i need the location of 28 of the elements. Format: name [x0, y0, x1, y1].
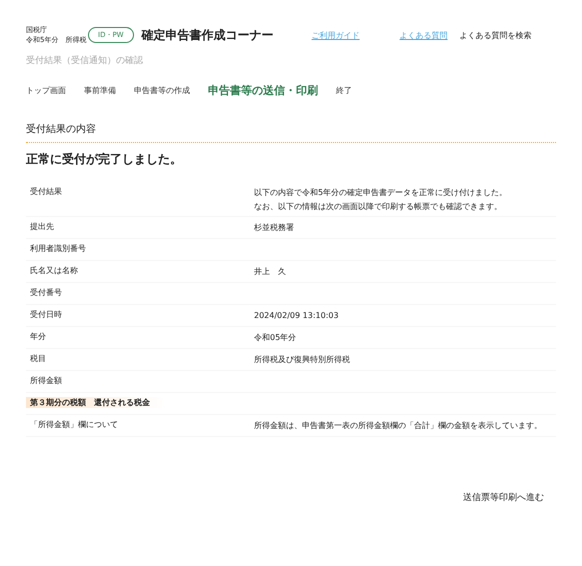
step-item: 事前準備: [84, 84, 116, 96]
row-label: 年分: [29, 331, 46, 342]
row-value: 所得金額は、申告書第一表の所得金額欄の「合計」欄の金額を表示しています。: [254, 420, 543, 432]
row-value: 杉並税務署: [254, 222, 295, 234]
page-title: 受付結果（受信通知）の確認: [26, 54, 144, 68]
row-value: 所得税及び復興特別所得税: [254, 354, 351, 366]
section-title: 受付結果の内容: [26, 122, 556, 143]
faq-search-label[interactable]: よくある質問を検索: [460, 30, 532, 40]
site-title: 確定申告書作成コーナー: [142, 26, 275, 44]
row-label: 利用者識別番号: [29, 243, 86, 254]
status-message: 正常に受付が完了しました。: [26, 151, 183, 168]
row-label: 提出先: [29, 221, 54, 232]
row-value: 井上 久: [254, 266, 287, 278]
step-item: 申告書等の送信・印刷: [208, 82, 318, 98]
row-value: 以下の内容で令和5年分の確定申告書データを正常に受け付けました。: [254, 187, 508, 199]
row-value: 2024/02/09 13:10:03: [254, 310, 340, 322]
row-label: 受付番号: [29, 287, 62, 298]
step-item: 終了: [336, 84, 352, 96]
row-value: なお、以下の情報は次の画面以降で印刷する帳票でも確認できます。: [254, 201, 503, 213]
row-label: 受付結果: [29, 186, 62, 197]
row-label: 「所得金額」欄について: [29, 419, 118, 430]
row-label: 氏名又は名称: [29, 265, 78, 276]
row-label: 受付日時: [29, 309, 62, 320]
row-label: 所得金額: [29, 375, 62, 386]
row-label: 税目: [29, 353, 46, 364]
row-value: 令和05年分: [254, 332, 298, 344]
step-item: トップ画面: [26, 84, 66, 96]
step-item: 申告書等の作成: [134, 84, 190, 96]
